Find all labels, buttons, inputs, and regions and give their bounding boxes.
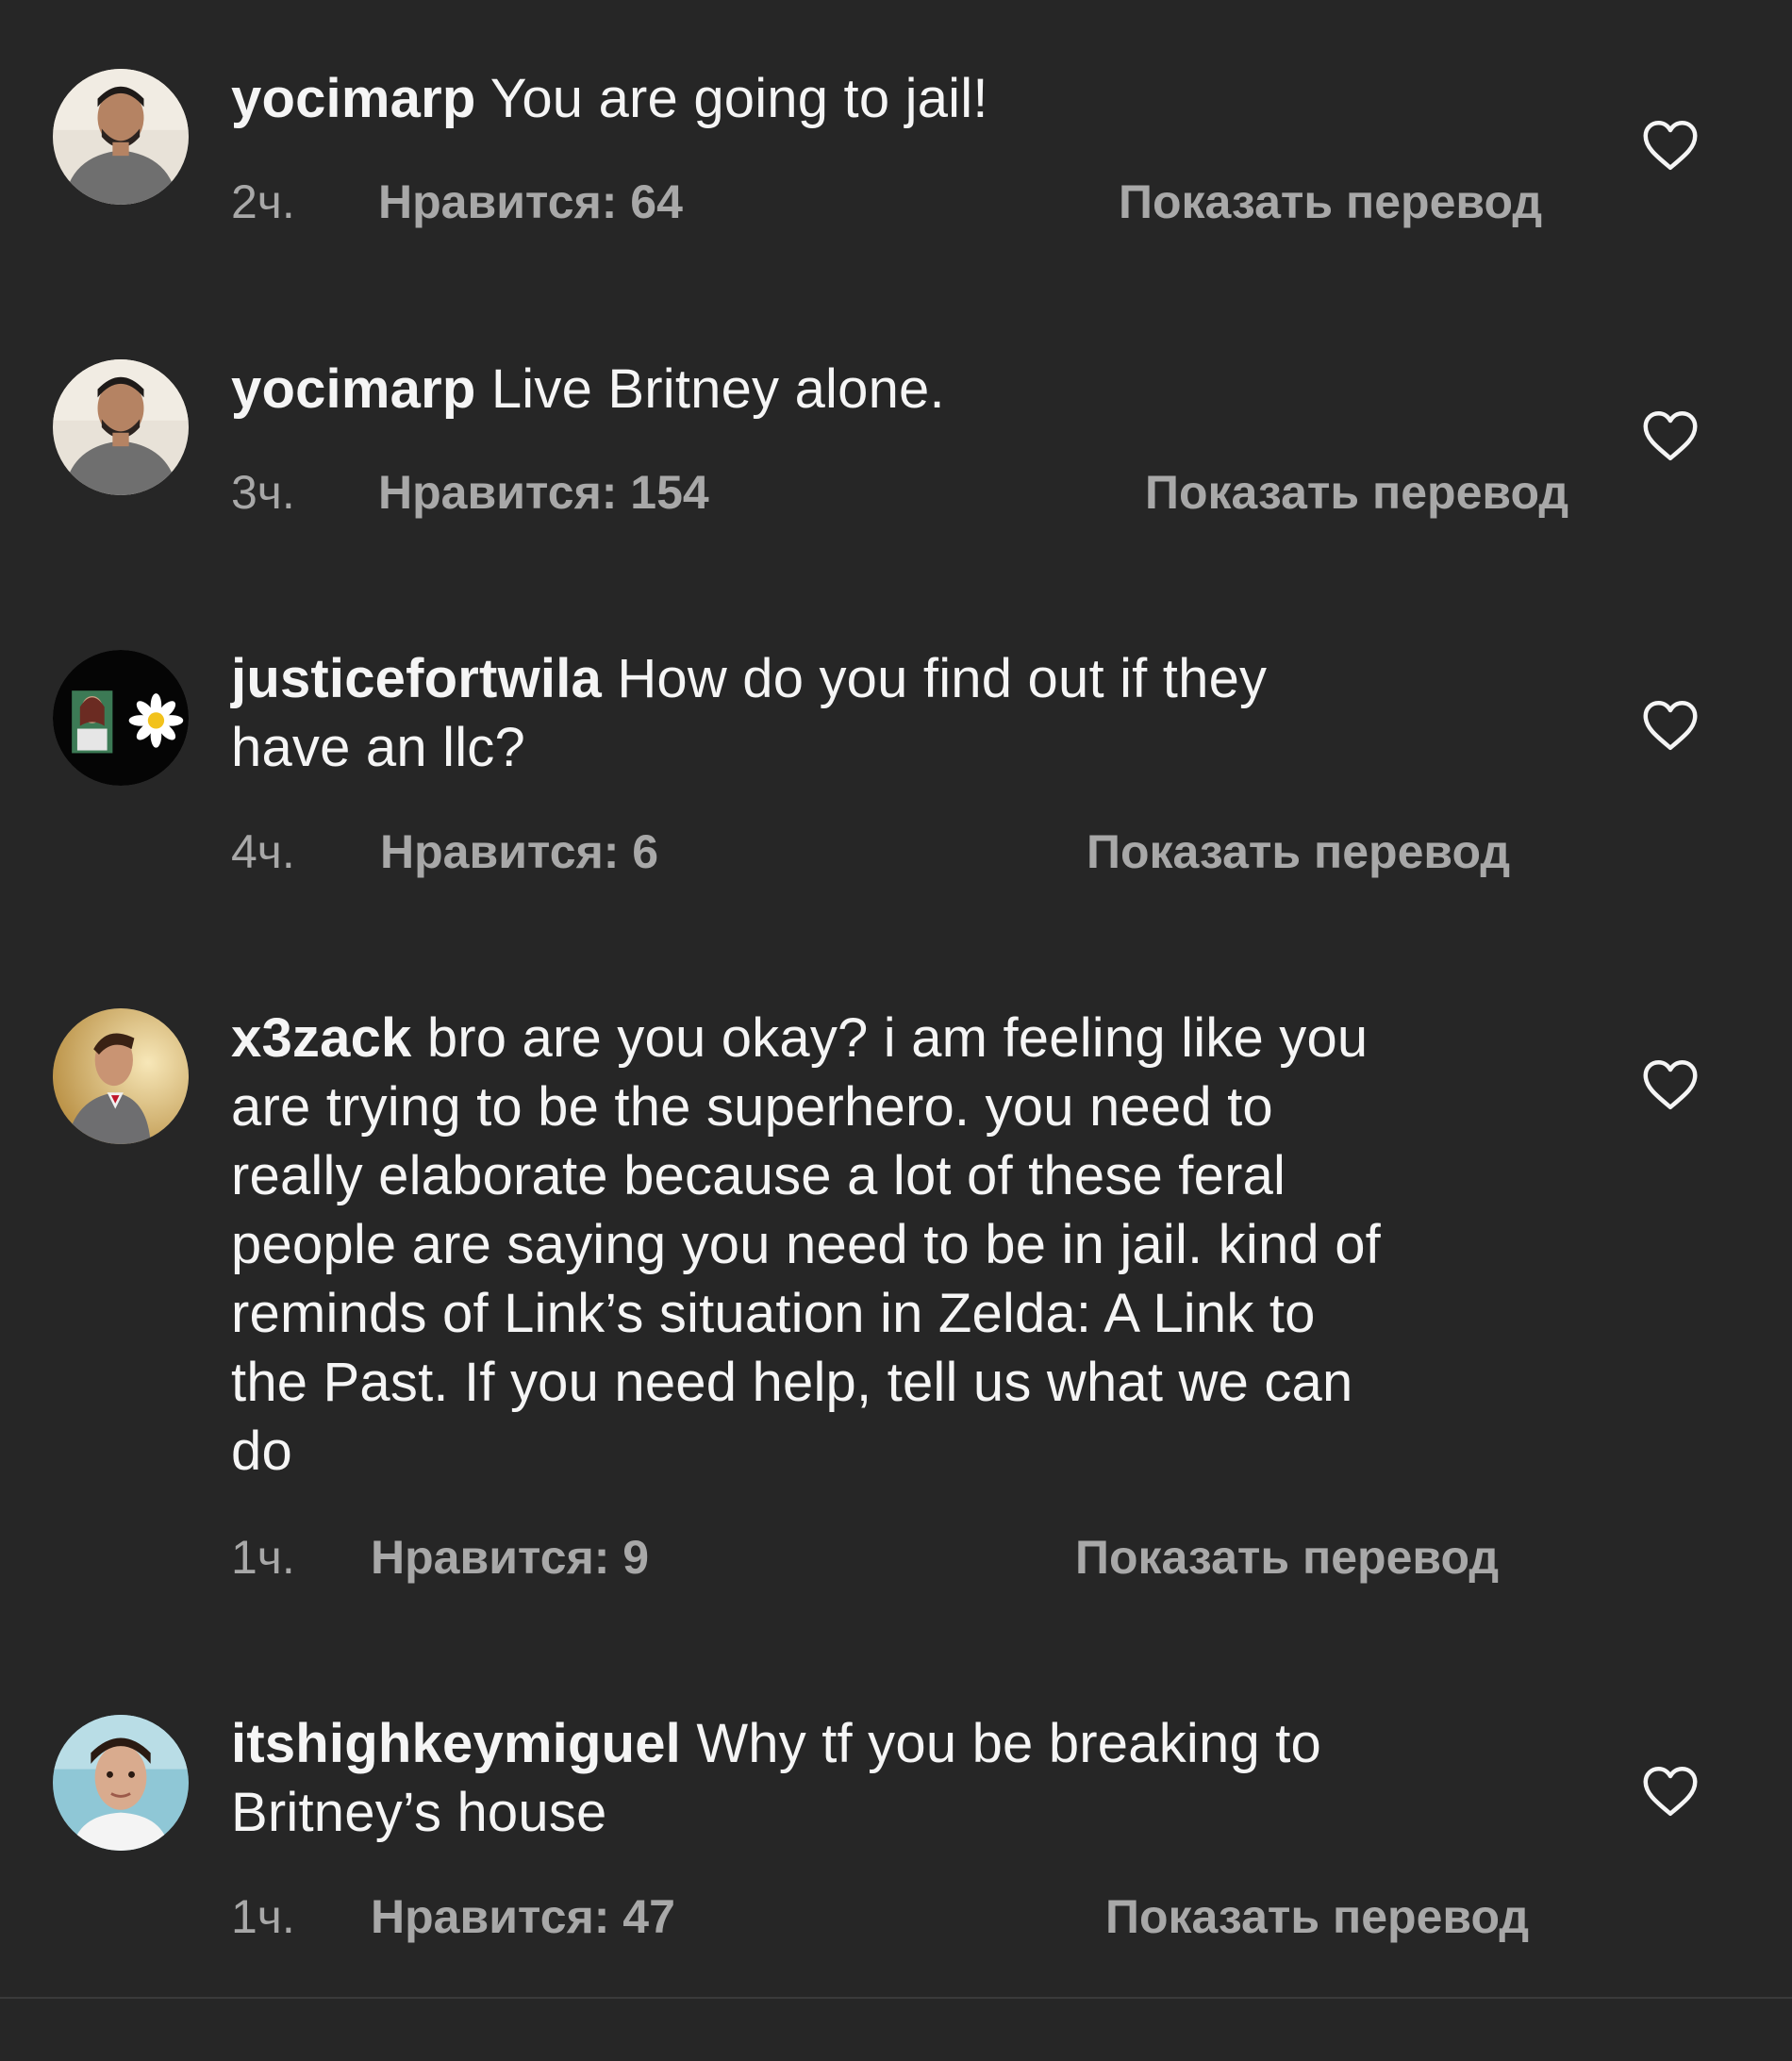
comment-line: justicefortwila How do you find out if t… <box>231 644 1267 713</box>
comment-body: Why tf you be breaking to <box>696 1713 1321 1774</box>
man-in-grey-shirt-avatar <box>53 69 189 205</box>
likes-count-link[interactable]: Нравится: 64 <box>378 174 683 230</box>
like-button[interactable] <box>1642 119 1699 172</box>
comment-line: reminds of Link’s situation in Zelda: A … <box>231 1283 1316 1344</box>
heart-outline-icon <box>1643 1060 1698 1109</box>
man-in-suit-profile-avatar <box>53 1008 189 1144</box>
likes-count-link[interactable]: Нравится: 9 <box>371 1529 649 1586</box>
comment-line: have an llc? <box>231 717 525 778</box>
like-button[interactable] <box>1642 1058 1699 1111</box>
comment-time: 3ч. <box>231 466 295 519</box>
show-translation-link[interactable]: Показать перевод <box>1075 1529 1499 1586</box>
likes-count-link[interactable]: Нравится: 47 <box>371 1888 675 1945</box>
comment-line: the Past. If you need help, tell us what… <box>231 1352 1353 1413</box>
show-translation-link[interactable]: Показать перевод <box>1145 464 1568 521</box>
bottom-divider <box>0 1997 1792 1999</box>
heart-outline-icon <box>1643 701 1698 750</box>
comment-username[interactable]: x3zack <box>231 1007 411 1069</box>
comment-username[interactable]: yocimarp <box>231 358 476 420</box>
comment-username[interactable]: justicefortwila <box>231 648 602 709</box>
avatar[interactable] <box>53 650 189 786</box>
show-translation-link[interactable]: Показать перевод <box>1105 1888 1529 1945</box>
avatar[interactable] <box>53 69 189 205</box>
heart-outline-icon <box>1643 1767 1698 1816</box>
comment-username[interactable]: itshighkeymiguel <box>231 1713 681 1774</box>
heart-outline-icon <box>1643 121 1698 170</box>
comment-line: Britney’s house <box>231 1782 607 1843</box>
like-button[interactable] <box>1642 409 1699 462</box>
show-translation-link[interactable]: Показать перевод <box>1087 823 1510 880</box>
comment-time: 4ч. <box>231 825 295 878</box>
comment-line: itshighkeymiguel Why tf you be breaking … <box>231 1709 1321 1778</box>
comment-body: bro are you okay? i am feeling like you <box>426 1007 1369 1069</box>
show-translation-link[interactable]: Показать перевод <box>1119 174 1542 230</box>
comment-time: 1ч. <box>231 1890 295 1943</box>
avatar[interactable] <box>53 1715 189 1851</box>
comment-line: do <box>231 1421 292 1482</box>
likes-count-link[interactable]: Нравится: 6 <box>380 823 658 880</box>
comment-time: 1ч. <box>231 1531 295 1584</box>
photo-and-daisy-avatar <box>53 650 189 786</box>
comment-username[interactable]: yocimarp <box>231 68 476 129</box>
comment-body: How do you find out if they <box>617 648 1268 709</box>
man-in-grey-shirt-avatar <box>53 359 189 495</box>
heart-outline-icon <box>1643 411 1698 460</box>
comment-body: Live Britney alone. <box>490 358 945 420</box>
comment-text: justicefortwila How do you find out if t… <box>231 644 1267 782</box>
comment-line: people are saying you need to be in jail… <box>231 1214 1381 1275</box>
like-button[interactable] <box>1642 699 1699 752</box>
comment-line: x3zack bro are you okay? i am feeling li… <box>231 1004 1381 1072</box>
comment-line: really elaborate because a lot of these … <box>231 1145 1286 1206</box>
comment-text: itshighkeymiguel Why tf you be breaking … <box>231 1709 1321 1847</box>
like-button[interactable] <box>1642 1765 1699 1818</box>
comment-body: You are going to jail! <box>489 68 988 129</box>
avatar[interactable] <box>53 1008 189 1144</box>
comment-text: x3zack bro are you okay? i am feeling li… <box>231 1004 1381 1486</box>
young-man-selfie-avatar <box>53 1715 189 1851</box>
comment-line: are trying to be the superhero. you need… <box>231 1076 1273 1138</box>
comment-time: 2ч. <box>231 175 295 228</box>
comment-text: yocimarp You are going to jail! <box>231 64 988 133</box>
comment-text: yocimarp Live Britney alone. <box>231 355 945 424</box>
avatar[interactable] <box>53 359 189 495</box>
likes-count-link[interactable]: Нравится: 154 <box>378 464 709 521</box>
